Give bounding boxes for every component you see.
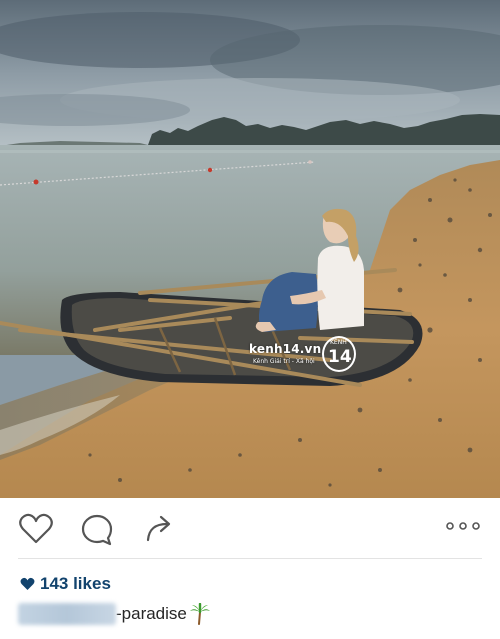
caption-text: -paradise xyxy=(116,604,187,623)
likes-count[interactable]: 143 likes xyxy=(20,573,111,595)
likes-text: 143 likes xyxy=(40,574,111,593)
like-button[interactable] xyxy=(18,513,54,545)
watermark-badge-number: 14 xyxy=(328,347,352,367)
comment-button[interactable] xyxy=(80,513,114,547)
palm-tree-icon xyxy=(189,603,210,625)
more-options-button[interactable] xyxy=(444,518,482,534)
post-caption: -paradise xyxy=(18,602,211,626)
speech-bubble-icon xyxy=(81,514,113,546)
heart-outline-icon xyxy=(19,513,53,544)
post-action-bar xyxy=(0,498,500,558)
post-photo[interactable]: kenh14.vn Kênh Giải trí - Xã hội KÊNH 14 xyxy=(0,0,500,498)
heart-filled-icon xyxy=(20,577,35,590)
action-divider xyxy=(18,558,482,559)
more-dots-icon xyxy=(446,522,480,530)
kenh14-watermark: kenh14.vn Kênh Giải trí - Xã hội KÊNH 14 xyxy=(249,334,359,374)
share-arrow-icon xyxy=(146,515,171,542)
beach-boat-photo xyxy=(0,0,500,498)
watermark-badge: KÊNH 14 xyxy=(322,336,356,372)
blurred-username[interactable] xyxy=(18,603,116,625)
caption-next-line-emoji xyxy=(196,632,218,639)
watermark-tagline: Kênh Giải trí - Xã hội xyxy=(253,358,315,365)
watermark-badge-top: KÊNH xyxy=(330,339,347,346)
share-button[interactable] xyxy=(145,513,175,543)
watermark-site: kenh14.vn xyxy=(249,342,322,356)
